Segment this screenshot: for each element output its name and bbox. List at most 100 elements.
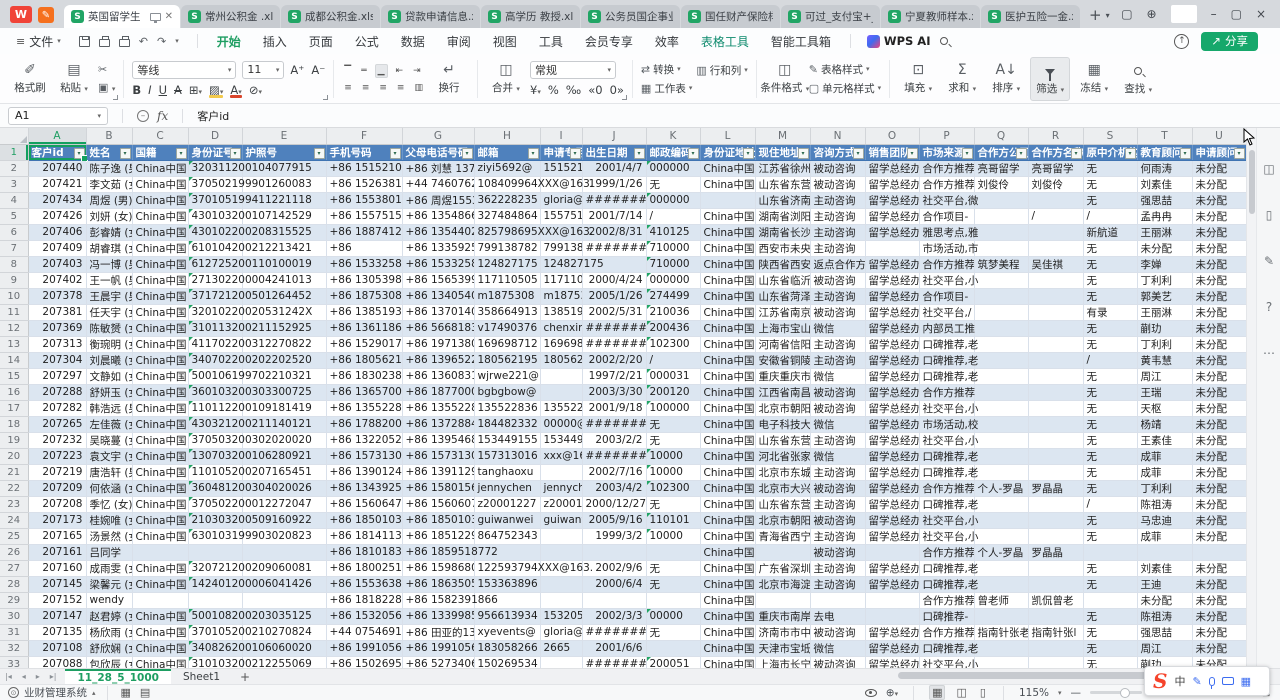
cell[interactable] xyxy=(974,464,1028,480)
cell[interactable]: 无 xyxy=(1083,448,1137,464)
cell[interactable]: 135522836 xyxy=(540,400,582,416)
clear-format-button[interactable]: ⊘▾ xyxy=(249,83,262,97)
cell[interactable]: 未分配 xyxy=(1192,384,1246,400)
cell[interactable]: 主动咨询 xyxy=(810,528,865,544)
cell[interactable]: China中国 xyxy=(132,224,188,240)
cell[interactable]: +86 13611860 xyxy=(326,320,402,336)
cell[interactable]: 无 xyxy=(1083,512,1137,528)
cell[interactable] xyxy=(810,592,865,608)
file-tab[interactable]: S公务员国企事业单位 xyxy=(581,5,680,28)
comma-style-button[interactable]: ‰ xyxy=(566,83,581,97)
cell[interactable]: +86 18753080 xyxy=(326,288,402,304)
status-left-label[interactable]: 业财管理系统 xyxy=(24,685,87,700)
cell[interactable] xyxy=(865,544,919,560)
header-cell[interactable]: 身份证地址▾ xyxy=(700,144,755,160)
cell[interactable]: 未分配 xyxy=(1192,256,1246,272)
cell[interactable]: 口碑推荐,老 xyxy=(919,640,974,656)
cell[interactable] xyxy=(1028,656,1083,668)
cell[interactable] xyxy=(1083,592,1137,608)
cell[interactable]: 825798695XXX@163. xyxy=(474,224,540,240)
row-number[interactable]: 24 xyxy=(0,512,28,528)
cell[interactable]: 留学总经办 xyxy=(865,368,919,384)
cell[interactable]: 口碑推荐,老 xyxy=(919,464,974,480)
cell[interactable]: 留学总经办 xyxy=(865,256,919,272)
cell[interactable]: 北京市大兴 xyxy=(755,480,810,496)
cell[interactable]: China中国 xyxy=(700,352,755,368)
cell[interactable]: +86 56681836 xyxy=(402,320,474,336)
header-cell[interactable]: 销售团队▾ xyxy=(865,144,919,160)
cell[interactable]: 留学总经办 xyxy=(865,448,919,464)
cell[interactable] xyxy=(1028,368,1083,384)
cell[interactable]: 184482332 xyxy=(474,416,540,432)
cell[interactable]: 207173 xyxy=(28,512,86,528)
cell[interactable] xyxy=(974,224,1028,240)
cell[interactable]: wendy xyxy=(86,592,132,608)
cell[interactable]: 未分配 xyxy=(1192,528,1246,544)
cell[interactable]: 周煜 (男) xyxy=(86,192,132,208)
spreadsheet-grid[interactable]: ABCDEFGHIJKLMNOPQRSTU1客户id▾姓名▾国籍▾身份证号▾护照… xyxy=(0,128,1246,668)
cell[interactable]: 799138782 xyxy=(474,240,540,256)
cell[interactable]: 153449155 xyxy=(540,432,582,448)
cell[interactable]: +86 1372884680 xyxy=(402,416,474,432)
cell[interactable]: 被动咨询 xyxy=(810,512,865,528)
cell[interactable]: 江苏省徐州 xyxy=(755,160,810,176)
cell[interactable]: 山东省东营 xyxy=(755,432,810,448)
cell[interactable]: 183058266 xyxy=(474,640,540,656)
cell[interactable]: 500106199702210321 xyxy=(188,368,242,384)
cell[interactable]: 370502199901260083 xyxy=(188,176,242,192)
cell[interactable]: 主动咨询 xyxy=(810,560,865,576)
filter-dropdown-button[interactable]: ▾ xyxy=(798,148,809,159)
cell[interactable]: 天枢 xyxy=(1137,400,1192,416)
cell[interactable] xyxy=(974,416,1028,432)
cell[interactable] xyxy=(1028,448,1083,464)
cell[interactable]: 2005/1/26 xyxy=(582,288,646,304)
cell[interactable]: ziyi5692@ xyxy=(474,160,540,176)
cell[interactable]: 衡琬明 (女 xyxy=(86,336,132,352)
cell[interactable]: 207402 xyxy=(28,272,86,288)
cell[interactable]: 社交平台,小 xyxy=(919,512,974,528)
save-icon[interactable] xyxy=(79,36,90,47)
cell[interactable]: 710000 xyxy=(646,240,700,256)
cell[interactable]: China中国 xyxy=(700,512,755,528)
cell[interactable]: 200120 xyxy=(646,384,700,400)
cell[interactable]: 丁利利 xyxy=(1137,336,1192,352)
cell[interactable] xyxy=(1028,192,1083,208)
menu-item[interactable]: 页面 xyxy=(298,30,344,53)
cell[interactable]: 罗晶晶 xyxy=(1028,480,1083,496)
zoom-level[interactable]: 115% xyxy=(1019,687,1049,699)
cell[interactable]: China中国 xyxy=(132,256,188,272)
cell[interactable] xyxy=(540,464,582,480)
cell[interactable]: 未分配 xyxy=(1137,592,1192,608)
cell[interactable]: 1999/3/2 xyxy=(582,528,646,544)
cell[interactable] xyxy=(540,592,582,608)
header-cell[interactable]: 身份证号▾ xyxy=(188,144,242,160)
cell[interactable]: 无 xyxy=(1083,176,1137,192)
cell-style-button[interactable]: ▢单元格样式▾ xyxy=(809,81,881,96)
cell[interactable]: 凯侃曾老 xyxy=(1028,592,1083,608)
cell[interactable]: 左佳薇 (女 xyxy=(86,416,132,432)
cell[interactable]: +86 18002510 xyxy=(326,560,402,576)
cell[interactable] xyxy=(974,640,1028,656)
cell[interactable]: +86 15026953 xyxy=(326,656,402,668)
cell[interactable] xyxy=(1028,560,1083,576)
cell[interactable]: +86 1370140948 xyxy=(402,304,474,320)
normal-view-icon[interactable]: ▦ xyxy=(929,685,945,700)
cell[interactable]: 未分配 xyxy=(1192,560,1246,576)
cell[interactable]: 重庆重庆市 xyxy=(755,368,810,384)
cell[interactable] xyxy=(974,432,1028,448)
cell[interactable]: 362228235 xyxy=(474,192,540,208)
page-layout-view-icon[interactable]: ◫ xyxy=(954,686,968,699)
cell[interactable]: 留学总经办 xyxy=(865,560,919,576)
cell[interactable]: 合作方推荐 xyxy=(919,160,974,176)
cell[interactable]: 157313016 xyxy=(474,448,540,464)
cell[interactable] xyxy=(974,656,1028,668)
cell[interactable]: 未分配 xyxy=(1192,400,1246,416)
cell[interactable]: +86 1565399710 xyxy=(402,272,474,288)
cell[interactable]: v17490376 xyxy=(474,320,540,336)
cell[interactable]: +86 1598680231 xyxy=(402,560,474,576)
cell[interactable] xyxy=(974,608,1028,624)
column-letter[interactable]: M xyxy=(755,128,810,144)
cell[interactable]: China中国 xyxy=(132,512,188,528)
cell[interactable]: 市场活动,市 xyxy=(919,240,974,256)
cell[interactable]: 无 xyxy=(646,416,700,432)
